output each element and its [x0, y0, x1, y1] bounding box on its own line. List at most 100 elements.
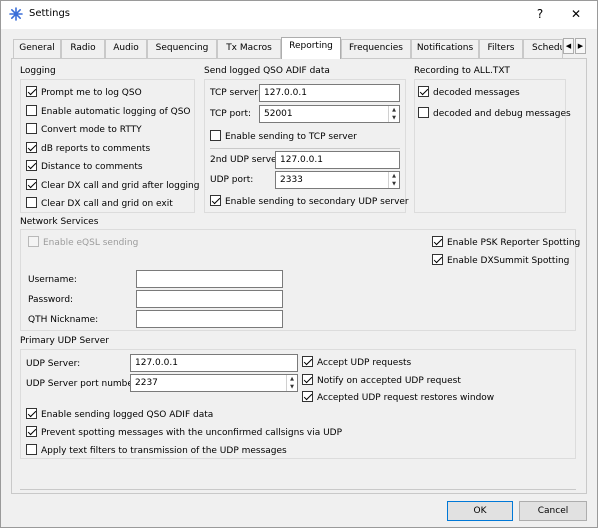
dxsummit-label: Enable DXSummit Spotting [447, 256, 570, 266]
udp2-port-label: UDP port: [210, 175, 254, 185]
send-adif-label: Enable sending logged QSO ADIF data [41, 410, 214, 420]
password-field[interactable] [136, 290, 283, 308]
psk-reporter-label: Enable PSK Reporter Spotting [447, 238, 581, 248]
checkbox-icon [26, 444, 37, 455]
notify-udp-label: Notify on accepted UDP request [317, 376, 461, 386]
logging-option-0-checkbox[interactable]: Prompt me to log QSO [26, 86, 142, 100]
recording-title: Recording to ALL.TXT [414, 66, 510, 76]
psk-reporter-checkbox[interactable]: Enable PSK Reporter Spotting [432, 236, 580, 250]
tcp-server-label: TCP server: [210, 88, 261, 98]
logging-option-4-checkbox[interactable]: Distance to comments [26, 160, 143, 174]
network-title: Network Services [20, 217, 99, 227]
logging-option-5-label: Clear DX call and grid after logging [41, 180, 200, 191]
tab-notifications[interactable]: Notifications [411, 39, 479, 58]
tab-tx-macros[interactable]: Tx Macros [217, 39, 281, 58]
help-button[interactable]: ? [529, 5, 551, 23]
checkbox-icon [26, 123, 37, 134]
checkbox-icon [302, 356, 313, 367]
tab-audio[interactable]: Audio [105, 39, 147, 58]
udp-port-value: 2237 [135, 378, 158, 388]
tcp-port-label: TCP port: [210, 109, 252, 119]
bottom-separator [20, 489, 576, 490]
window-title: Settings [29, 8, 71, 19]
recording-option-0-label: decoded messages [433, 88, 520, 98]
udp2-port-value: 2333 [280, 175, 303, 185]
logging-option-3-checkbox[interactable]: dB reports to comments [26, 141, 151, 156]
eqsl-checkbox[interactable]: Enable eQSL sending [28, 236, 138, 250]
tab-reporting[interactable]: Reporting [281, 37, 341, 59]
tab-general[interactable]: General [13, 39, 61, 58]
tcp-enable-label: Enable sending to TCP server [225, 132, 357, 142]
tcp-port-spinbox[interactable]: 52001 ▲ ▼ [259, 105, 400, 123]
checkbox-icon [26, 160, 37, 171]
tab-scroll-right-icon[interactable]: ▶ [575, 38, 586, 54]
checkbox-icon [26, 178, 37, 190]
tcp-enable-checkbox[interactable]: Enable sending to TCP server [210, 130, 357, 144]
spin-arrows-icon[interactable]: ▲ ▼ [388, 106, 399, 122]
udp-port-spinbox[interactable]: 2237 ▲ ▼ [130, 374, 298, 392]
checkbox-icon [302, 374, 313, 385]
tab-scheduler[interactable]: Schedu [523, 39, 563, 58]
username-field[interactable] [136, 270, 283, 288]
tab-bar: General Radio Audio Sequencing Tx Macros… [13, 37, 573, 59]
logging-option-2-label: Convert mode to RTTY [41, 125, 142, 135]
restore-window-label: Accepted UDP request restores window [317, 393, 495, 403]
checkbox-icon [26, 104, 37, 116]
prevent-spotting-checkbox[interactable]: Prevent spotting messages with the uncon… [26, 426, 342, 440]
accept-udp-checkbox[interactable]: Accept UDP requests [302, 356, 411, 370]
spin-arrows-icon[interactable]: ▲ ▼ [388, 172, 399, 188]
prevent-spotting-label: Prevent spotting messages with the uncon… [41, 428, 343, 438]
logging-option-2-checkbox[interactable]: Convert mode to RTTY [26, 123, 142, 137]
tcp-server-field[interactable]: 127.0.0.1 [259, 84, 400, 102]
recording-option-0-checkbox[interactable]: decoded messages [418, 86, 520, 100]
settings-window: Settings ? ✕ General Radio Audio Sequenc… [0, 0, 598, 528]
tab-scroll-left-icon[interactable]: ◀ [563, 38, 574, 54]
notify-udp-checkbox[interactable]: Notify on accepted UDP request [302, 374, 461, 388]
qth-nickname-field[interactable] [136, 310, 283, 328]
adif-title: Send logged QSO ADIF data [204, 66, 330, 76]
checkbox-icon [210, 130, 221, 141]
spin-arrows-icon[interactable]: ▲ ▼ [286, 375, 297, 391]
logging-option-3-label: dB reports to comments [41, 143, 151, 154]
udp-server-field[interactable]: 127.0.0.1 [130, 354, 298, 372]
checkbox-icon [26, 408, 37, 419]
logging-option-1-checkbox[interactable]: Enable automatic logging of QSO [26, 104, 191, 119]
recording-option-1-label: decoded and debug messages [433, 109, 571, 119]
username-label: Username: [28, 275, 77, 285]
tab-sequencing[interactable]: Sequencing [147, 39, 217, 58]
recording-option-1-checkbox[interactable]: decoded and debug messages [418, 107, 571, 121]
udp2-enable-checkbox[interactable]: Enable sending to secondary UDP server [210, 195, 409, 209]
udp-port-label: UDP Server port number: [26, 379, 140, 389]
checkbox-icon [26, 86, 37, 97]
logging-option-6-checkbox[interactable]: Clear DX call and grid on exit [26, 197, 173, 211]
checkbox-icon [28, 236, 39, 247]
tab-radio[interactable]: Radio [61, 39, 105, 58]
logging-option-0-label: Prompt me to log QSO [41, 88, 142, 98]
restore-window-checkbox[interactable]: Accepted UDP request restores window [302, 391, 494, 405]
accept-udp-label: Accept UDP requests [317, 358, 412, 368]
send-adif-checkbox[interactable]: Enable sending logged QSO ADIF data [26, 408, 213, 422]
checkbox-icon [418, 86, 429, 97]
tab-filters[interactable]: Filters [479, 39, 523, 58]
eqsl-label: Enable eQSL sending [43, 238, 139, 248]
udp2-server-field[interactable]: 127.0.0.1 [275, 151, 400, 169]
tab-frequencies[interactable]: Frequencies [341, 39, 411, 58]
cancel-button[interactable]: Cancel [519, 501, 587, 521]
dxsummit-checkbox[interactable]: Enable DXSummit Spotting [432, 254, 569, 268]
logging-option-6-label: Clear DX call and grid on exit [41, 199, 173, 209]
tcp-port-value: 52001 [264, 109, 293, 119]
app-icon [9, 7, 23, 21]
udp-title: Primary UDP Server [20, 336, 109, 346]
separator [210, 148, 400, 149]
ok-button[interactable]: OK [447, 501, 513, 521]
close-button[interactable]: ✕ [565, 5, 587, 23]
password-label: Password: [28, 295, 74, 305]
logging-option-4-label: Distance to comments [41, 162, 143, 172]
logging-option-1-label: Enable automatic logging of QSO [41, 106, 191, 117]
reporting-page: Logging Send logged QSO ADIF data TCP se… [11, 58, 587, 494]
logging-title: Logging [20, 66, 56, 76]
udp2-port-spinbox[interactable]: 2333 ▲ ▼ [275, 171, 400, 189]
logging-option-5-checkbox[interactable]: Clear DX call and grid after logging [26, 178, 200, 193]
apply-filters-checkbox[interactable]: Apply text filters to transmission of th… [26, 444, 287, 458]
udp2-enable-label: Enable sending to secondary UDP server [225, 197, 409, 207]
